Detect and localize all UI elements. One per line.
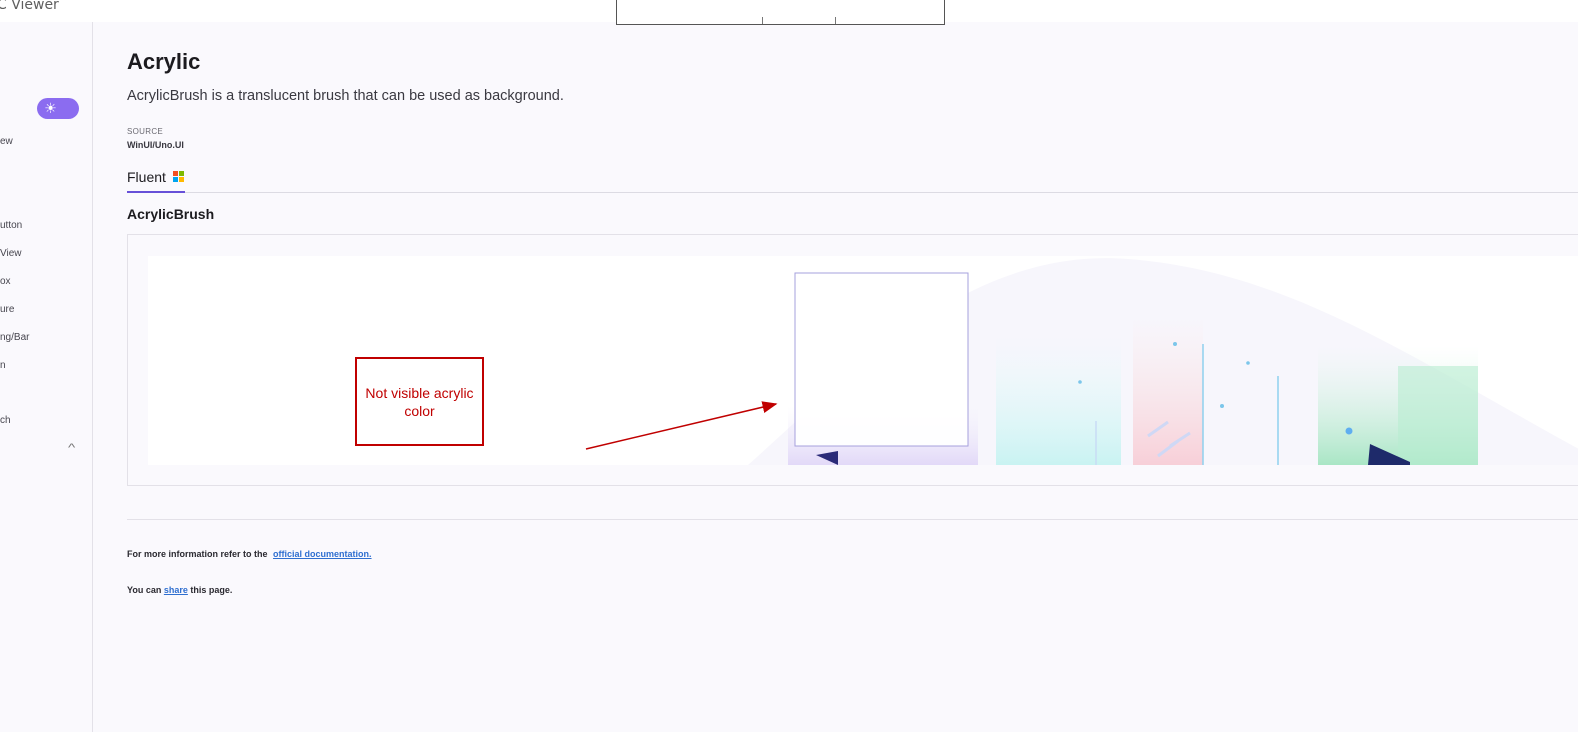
official-documentation-link[interactable]: official documentation. [273, 549, 372, 559]
sidebar-item[interactable]: ure [0, 304, 14, 315]
source-value: WinUI/Uno.UI [127, 140, 184, 150]
sun-icon: ☀ [44, 100, 57, 116]
design-tabs: Fluent [127, 169, 1578, 193]
sample-card [127, 234, 1578, 486]
sidebar-item[interactable]: ew [0, 136, 13, 147]
windows-logo-icon [172, 171, 184, 182]
share-suffix-text: this page. [190, 585, 233, 595]
sidebar-item[interactable]: ch [0, 415, 11, 426]
sidebar-item[interactable]: ox [0, 276, 11, 287]
page-description: AcrylicBrush is a translucent brush that… [127, 88, 564, 104]
sidebar-item[interactable]: utton [0, 220, 22, 231]
documentation-info-text: For more information refer to the [127, 549, 268, 559]
share-prefix-text: You can [127, 585, 162, 595]
content-area: Acrylic AcrylicBrush is a translucent br… [94, 22, 1578, 732]
section-title: AcrylicBrush [127, 206, 215, 222]
footer-divider [127, 519, 1578, 520]
sidebar-item[interactable]: ng/Bar [0, 332, 29, 343]
sidebar-item[interactable]: n [0, 360, 6, 371]
annotation-callout: Not visible acrylic color [355, 357, 484, 446]
annotation-text: Not visible acrylic color [365, 384, 474, 419]
documentation-info: For more information refer to the offici… [127, 549, 372, 559]
page-title: Acrylic [127, 49, 201, 74]
sidebar-item[interactable]: View [0, 248, 22, 259]
chevron-up-icon[interactable]: ^ [68, 442, 75, 454]
theme-toggle[interactable]: ☀ [37, 98, 79, 119]
title-bar: C Viewer [0, 0, 1578, 25]
share-link[interactable]: share [164, 585, 188, 595]
navigation-sidebar: ☀ ew utton View ox ure ng/Bar n ch ^ [0, 22, 93, 732]
source-label: SOURCE [127, 127, 164, 136]
tab-fluent-label: Fluent [127, 169, 166, 185]
window-title: C Viewer [0, 0, 59, 13]
share-info: You can share this page. [127, 585, 232, 595]
tab-fluent[interactable]: Fluent [127, 169, 185, 193]
